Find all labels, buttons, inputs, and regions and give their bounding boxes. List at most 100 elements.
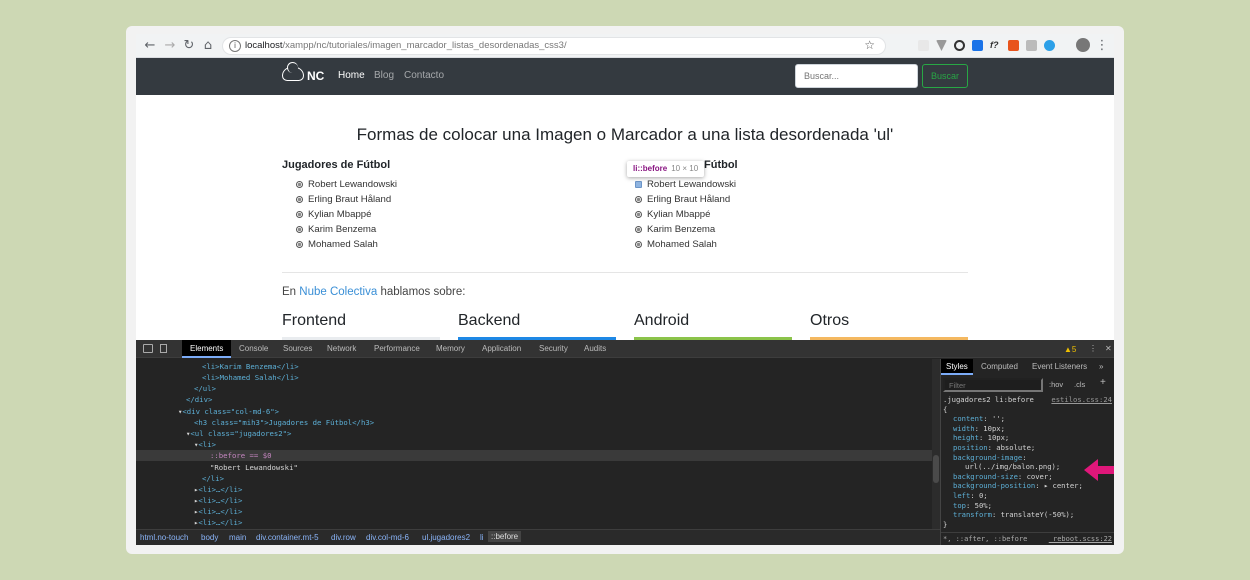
brand-text[interactable]: NC	[307, 69, 324, 83]
breadcrumb-item[interactable]: div.container.mt-5	[256, 533, 319, 542]
breadcrumb-item[interactable]: div.row	[331, 533, 356, 542]
nav-contacto-link[interactable]: Contacto	[404, 70, 444, 81]
css-declaration[interactable]: content: '';	[943, 414, 1114, 424]
dom-line-selected[interactable]: ::before == $0	[136, 450, 932, 461]
extension-blue-icon[interactable]	[972, 40, 983, 51]
dom-line[interactable]: <li>Mohamed Salah</li>	[136, 372, 932, 383]
search-input[interactable]	[795, 64, 918, 88]
tab-security[interactable]: Security	[539, 340, 568, 358]
breadcrumb-item[interactable]: body	[201, 533, 218, 542]
avatar[interactable]	[1076, 38, 1090, 52]
tab-styles[interactable]: Styles	[941, 359, 973, 375]
css-declaration[interactable]: left: 0;	[943, 491, 1114, 501]
extension-circle-icon[interactable]	[1044, 40, 1055, 51]
more-tabs-icon[interactable]: »	[1099, 359, 1103, 375]
dom-line[interactable]: ▾<ul class="jugadores2">	[136, 428, 932, 439]
cloud-logo-icon[interactable]	[282, 62, 304, 81]
column1-heading: Jugadores de Fútbol	[282, 159, 391, 171]
search-button[interactable]: Buscar	[922, 64, 968, 88]
tab-elements[interactable]: Elements	[182, 340, 232, 358]
styles-filter-input[interactable]	[943, 378, 1043, 392]
inspect-tooltip: li::before 10 × 10	[627, 161, 705, 177]
rule-source-link[interactable]: estilos.css:24	[1051, 395, 1112, 405]
css-declaration[interactable]: transform: translateY(-50%);	[943, 510, 1114, 520]
list-item: Kylian Mbappé	[634, 209, 736, 224]
reboot-source-link[interactable]: _reboot.scss:22	[1049, 535, 1112, 543]
address-bar[interactable]: i localhost/xampp/nc/tutoriales/imagen_m…	[222, 37, 886, 55]
extension-orange-icon[interactable]	[1008, 40, 1019, 51]
tab-sources[interactable]: Sources	[283, 340, 312, 358]
list-item: Karim Benzema	[634, 224, 736, 239]
dom-line[interactable]: <h3 class="mih3">Jugadores de Fútbol</h3…	[136, 417, 932, 428]
dom-line[interactable]: ▸<li>…</li>	[136, 495, 932, 506]
class-toggle[interactable]: .cls	[1074, 380, 1085, 389]
nube-colectiva-link[interactable]: Nube Colectiva	[299, 286, 377, 298]
css-declaration[interactable]: width: 10px;	[943, 424, 1114, 434]
new-rule-button[interactable]: +	[1100, 377, 1106, 388]
breadcrumb-item-active[interactable]: ::before	[488, 531, 522, 542]
tab-computed[interactable]: Computed	[981, 359, 1018, 375]
device-toolbar-icon[interactable]	[160, 344, 167, 353]
dom-line[interactable]: ▸<li>…</li>	[136, 506, 932, 517]
block-extension-icon[interactable]	[954, 40, 965, 51]
dom-line[interactable]: </ul>	[136, 383, 932, 394]
ball-bullet-icon	[635, 196, 642, 203]
category-frontend[interactable]: Frontend	[282, 312, 346, 330]
inspect-element-icon[interactable]	[143, 344, 153, 353]
intro-text: En Nube Colectiva hablamos sobre:	[282, 286, 466, 298]
list-item: Karim Benzema	[295, 224, 397, 239]
tab-console[interactable]: Console	[239, 340, 268, 358]
url-text: localhost/xampp/nc/tutoriales/imagen_mar…	[245, 40, 567, 51]
breadcrumb-item[interactable]: li	[480, 533, 484, 542]
hover-state-toggle[interactable]: :hov	[1049, 380, 1063, 389]
category-otros[interactable]: Otros	[810, 312, 849, 330]
dom-line[interactable]: ▸<li>…</li>	[136, 484, 932, 495]
dom-line[interactable]: <li>Karim Benzema</li>	[136, 361, 932, 372]
css-declaration[interactable]: position: absolute;	[943, 443, 1114, 453]
bookmark-star-icon[interactable]: ☆	[864, 38, 875, 52]
dom-scrollbar[interactable]	[932, 359, 940, 529]
dom-line[interactable]: </div>	[136, 394, 932, 405]
menu-kebab-icon[interactable]: ⋮	[1094, 38, 1110, 54]
list-item: Robert Lewandowski	[295, 179, 397, 194]
dom-line[interactable]: ▾<li>	[136, 439, 932, 450]
devtools-panel: Elements Console Sources Network Perform…	[136, 340, 1114, 545]
css-declaration[interactable]: top: 50%;	[943, 501, 1114, 511]
list-item: Erling Braut Håland	[295, 194, 397, 209]
devtools-menu-icon[interactable]: ⋮	[1089, 340, 1097, 358]
filter-extension-icon[interactable]	[936, 40, 947, 51]
category-android[interactable]: Android	[634, 312, 689, 330]
tab-memory[interactable]: Memory	[436, 340, 465, 358]
browser-toolbar: ← → ↻ ⌂ i localhost/xampp/nc/tutoriales/…	[136, 34, 1114, 58]
tab-event-listeners[interactable]: Event Listeners	[1032, 359, 1087, 375]
info-icon[interactable]: i	[229, 40, 241, 52]
css-declaration[interactable]: height: 10px;	[943, 433, 1114, 443]
font-extension-icon[interactable]: f?	[990, 40, 1001, 51]
dom-line[interactable]: ▸<li>…</li>	[136, 517, 932, 528]
warning-count[interactable]: ▲5	[1064, 345, 1076, 354]
extension-icon[interactable]	[918, 40, 929, 51]
breadcrumb-item[interactable]: ul.jugadores2	[422, 533, 470, 542]
tab-network[interactable]: Network	[327, 340, 356, 358]
column2-heading: Fútbol	[704, 159, 738, 171]
nav-home-link[interactable]: Home	[338, 70, 365, 81]
dom-line[interactable]: ▾<div class="col-md-6">	[136, 406, 932, 417]
category-backend[interactable]: Backend	[458, 312, 520, 330]
home-icon[interactable]: ⌂	[200, 38, 216, 54]
players-list-2: Robert Lewandowski Erling Braut Håland K…	[634, 179, 736, 254]
tab-application[interactable]: Application	[482, 340, 521, 358]
close-devtools-icon[interactable]: ✕	[1105, 340, 1112, 358]
rule-close-brace: }	[943, 519, 948, 529]
dom-line[interactable]: </li>	[136, 473, 932, 484]
breadcrumb-item[interactable]: html.no-touch	[140, 533, 188, 542]
dom-line[interactable]: "Robert Lewandowski"	[136, 462, 932, 473]
forward-icon[interactable]: →	[162, 38, 178, 54]
tab-performance[interactable]: Performance	[374, 340, 420, 358]
tab-audits[interactable]: Audits	[584, 340, 606, 358]
back-icon[interactable]: ←	[142, 38, 158, 54]
extension-grid-icon[interactable]	[1026, 40, 1037, 51]
nav-blog-link[interactable]: Blog	[374, 70, 394, 81]
reload-icon[interactable]: ↻	[181, 38, 197, 54]
breadcrumb-item[interactable]: div.col-md-6	[366, 533, 409, 542]
breadcrumb-item[interactable]: main	[229, 533, 246, 542]
